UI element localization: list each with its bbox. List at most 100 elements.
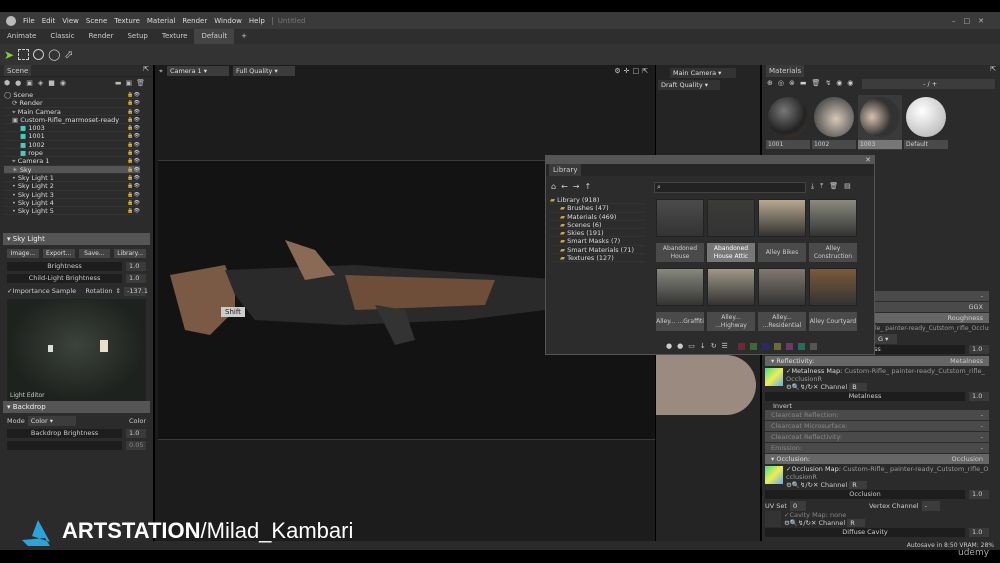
brightness-slider[interactable]: Brightness [7,262,122,271]
occlusion-slider[interactable]: Occlusion [765,490,965,499]
library-item[interactable]: Alley... ...Highway [707,268,755,331]
color-filter-swatch[interactable] [797,342,805,350]
popout-icon[interactable]: ⇱ [990,65,996,77]
roughness-value[interactable]: 1.0 [969,345,989,354]
material-1002[interactable]: 1002 [812,95,856,150]
lock-visibility-icons[interactable]: 🔒👁 [127,108,140,116]
metalness-slider[interactable]: Metalness [765,392,965,401]
tab-default[interactable]: Default [194,29,235,44]
quality-2-dropdown[interactable]: Draft Quality ▾ [658,80,720,90]
lock-visibility-icons[interactable]: 🔒👁 [127,149,140,157]
roughness-channel-dropdown[interactable]: G ▾ [875,334,897,344]
color-filter-swatch[interactable] [785,342,793,350]
select-arrow-icon[interactable]: ➤ [4,48,14,62]
camera-2-dropdown[interactable]: Main Camera ▾ [670,68,736,78]
close-icon[interactable]: ✕ [546,156,874,164]
scene-tree-item[interactable]: ◯ Scene 🔒👁 [4,91,140,100]
circle-select-icon[interactable] [33,49,45,60]
metalness-map-thumbnail[interactable] [765,368,783,386]
library-button[interactable]: Library... [114,249,146,258]
lock-visibility-icons[interactable]: 🔒👁 [127,174,140,182]
collapsed-section[interactable]: Clearcoat Reflectivity: - [765,432,989,442]
diffuse-cavity-slider[interactable]: Diffuse Cavity [765,528,965,537]
library-folder[interactable]: ▰ Textures (127) [550,254,644,263]
scene-tree-item[interactable]: • Sky Light 4 🔒👁 [4,199,140,208]
lock-visibility-icons[interactable]: 🔒👁 [127,99,140,107]
library-item[interactable]: Alley Construction [809,199,857,262]
occlusion-value[interactable]: 1.0 [969,490,989,499]
sky-light-header[interactable]: ▾ Sky Light [3,233,150,245]
tab-render[interactable]: Render [82,29,121,44]
library-folder[interactable]: ▰ Scenes (6) [550,221,644,230]
scene-tree-item[interactable]: ■ 1002 🔒👁 [4,141,140,150]
library-item[interactable]: Abandoned House [656,199,704,262]
scene-tree-item[interactable]: • Sky Light 3 🔒👁 [4,191,140,199]
scene-tree-item[interactable]: ⌖ Main Camera 🔒👁 [4,108,140,116]
color-filter-swatch[interactable] [737,342,745,350]
tab-texture[interactable]: Texture [155,29,195,44]
color-filter-swatch[interactable] [809,342,817,350]
metalness-value[interactable]: 1.0 [969,392,989,401]
scene-tree-item[interactable]: ☀ Sky 🔒👁 [4,165,140,174]
viewport-controls-icon[interactable]: ⚙✛□⇱ [614,67,651,75]
rotation-value[interactable]: -137.1 [124,286,148,296]
brightness-value[interactable]: 1.0 [126,262,146,271]
importance-sample-checkbox[interactable]: ✓Importance Sample [7,287,76,295]
collapsed-section[interactable]: Emission: - [765,443,989,453]
save-button[interactable]: Save... [78,249,111,258]
child-light-brightness-value[interactable]: 1.0 [126,274,146,283]
color-filter-swatch[interactable] [773,342,781,350]
lock-visibility-icons[interactable]: 🔒👁 [127,166,140,174]
lock-visibility-icons[interactable]: 🔒👁 [127,91,140,99]
menu-file[interactable]: File [23,17,35,25]
tab-animate[interactable]: Animate [0,29,43,44]
uv-set-dropdown[interactable]: 0 [789,500,806,511]
occ-channel-dropdown[interactable]: R [849,481,868,489]
backdrop-brightness-slider[interactable]: Backdrop Brightness [7,429,122,438]
tab-classic[interactable]: Classic [43,29,81,44]
library-item[interactable]: Alley... ...Residential [758,268,806,331]
occlusion-map-thumbnail[interactable] [765,466,783,484]
library-item[interactable]: Alley... ...Graffiti [656,268,704,331]
scene-tree-item[interactable]: ■ 1003 🔒👁 [4,124,140,133]
lock-visibility-icons[interactable]: 🔒👁 [127,182,140,190]
diffuse-cavity-value[interactable]: 1.0 [969,528,989,537]
menu-window[interactable]: Window [214,17,242,25]
map-tools[interactable]: ⚙🔍↯/↻✕ Channel B [786,383,989,391]
backdrop-brightness-value[interactable]: 1.0 [126,429,146,438]
lock-visibility-icons[interactable]: 🔒👁 [127,207,140,215]
library-nav-icons[interactable]: ⌂←→↑ [551,182,596,191]
camera-dropdown[interactable]: Camera 1 ▾ [166,66,229,76]
invert-checkbox[interactable]: Invert [765,402,989,410]
metal-channel-dropdown[interactable]: B [849,383,868,391]
library-item[interactable]: Abandoned House Attic [707,199,755,262]
popout-icon[interactable]: ⇱ [143,65,149,76]
lock-visibility-icons[interactable]: 🔒👁 [127,191,140,199]
filter-icons[interactable]: ●●▭↓↻☰ [666,342,733,350]
menu-render[interactable]: Render [182,17,207,25]
lock-visibility-icons[interactable]: 🔒👁 [127,132,140,140]
scene-tree-item[interactable]: ■ rope 🔒👁 [4,149,140,158]
lock-visibility-icons[interactable]: 🔒👁 [127,124,140,132]
lock-visibility-icons[interactable]: 🔒👁 [127,116,140,124]
scene-tree-item[interactable]: • Sky Light 5 🔒👁 [4,207,140,216]
quality-dropdown[interactable]: Full Quality ▾ [232,66,295,76]
scene-tree-item[interactable]: • Sky Light 1 🔒👁 [4,174,140,183]
scene-tree-item[interactable]: ⟳ Render 🔒👁 [4,99,140,108]
menu-scene[interactable]: Scene [86,17,107,25]
color-filter-swatch[interactable] [749,342,757,350]
lock-visibility-icons[interactable]: 🔒👁 [127,141,140,149]
add-tab-button[interactable]: + [234,29,254,44]
library-folder[interactable]: ▰ Materials (469) [550,213,644,221]
library-item[interactable]: Alley Bikes [758,199,806,262]
library-item[interactable]: Alley Courtyard [809,268,857,331]
scene-tree-item[interactable]: ⌖ Camera 1 🔒👁 [4,157,140,166]
collapsed-section[interactable]: Clearcoat Reflection: - [765,410,989,420]
lock-visibility-icons[interactable]: 🔒👁 [127,157,140,165]
menu-edit[interactable]: Edit [42,17,56,25]
material-1001[interactable]: 1001 [766,95,810,150]
material-default[interactable]: Default [904,95,948,150]
menu-material[interactable]: Material [147,17,175,25]
library-folder[interactable]: ▰ Smart Masks (7) [550,237,644,246]
light-editor-preview[interactable]: Light Editor [7,299,146,402]
